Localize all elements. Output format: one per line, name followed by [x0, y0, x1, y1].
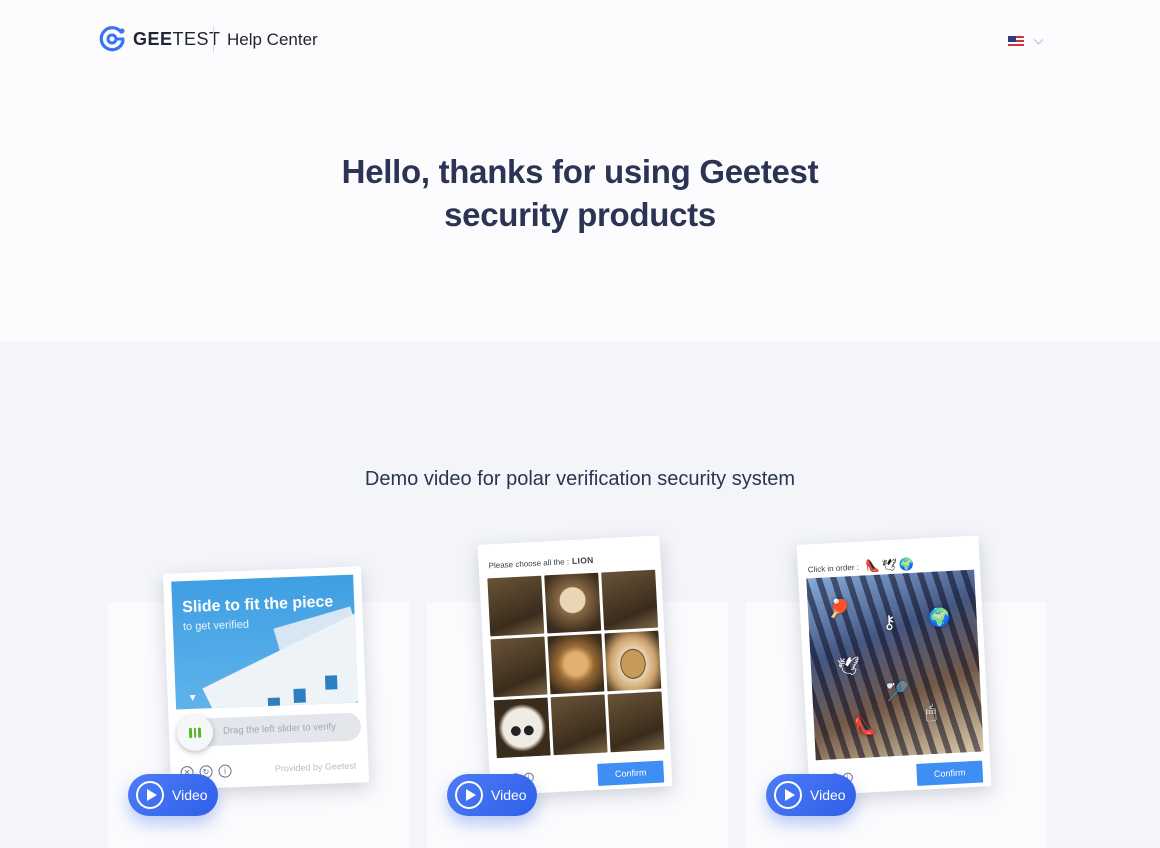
- slide-captcha-preview: Slide to fit the piece to get verified ▼…: [162, 566, 370, 790]
- chevron-down-icon: [1033, 34, 1044, 45]
- language-selector[interactable]: [1008, 34, 1044, 48]
- provided-by-label: Provided by Geetest: [274, 760, 357, 774]
- click-captcha-preview: Please choose all the :LION ✕ ↻ i Confir…: [477, 535, 673, 796]
- help-center-link[interactable]: Help Center: [227, 30, 318, 50]
- click-captcha-target: LION: [571, 554, 594, 567]
- video-button-label: Video: [172, 787, 208, 803]
- video-button-label: Video: [810, 787, 846, 803]
- shuttlecock-icon: 🏸: [885, 681, 910, 704]
- order-captcha-question-text: Click in order :: [807, 562, 860, 574]
- arrow-down-icon: ▼: [187, 692, 198, 705]
- slider-knob[interactable]: [176, 714, 214, 752]
- grip-icon: [189, 727, 201, 738]
- play-icon: [136, 781, 164, 809]
- confirm-button[interactable]: Confirm: [916, 760, 984, 786]
- page-title-line2: security products: [444, 196, 716, 233]
- video-button-slide[interactable]: Video: [128, 774, 218, 816]
- order-captcha-image[interactable]: 🏓 ⚷ 🌍 🕊 🏸 👠 🖱: [806, 569, 984, 761]
- grid-tile[interactable]: [487, 575, 545, 637]
- play-icon: [455, 781, 483, 809]
- header: GEETEST Help Center: [0, 0, 1160, 80]
- geetest-logo-icon: [99, 26, 125, 52]
- key-icon: ⚷: [882, 611, 897, 634]
- video-button-click[interactable]: Video: [447, 774, 537, 816]
- click-captcha-question: Please choose all the : LION: [488, 555, 593, 570]
- video-button-label: Video: [491, 787, 527, 803]
- grid-tile[interactable]: [607, 691, 665, 753]
- grid-tile[interactable]: [550, 694, 608, 756]
- image-grid: [487, 569, 665, 759]
- globe-icon: 🌍: [928, 606, 952, 630]
- grid-tile[interactable]: [601, 569, 659, 631]
- grid-tile[interactable]: [547, 633, 605, 695]
- order-target-icons: 👠🕊🌍: [864, 556, 917, 574]
- slide-captcha-subtitle: to get verified: [182, 618, 250, 634]
- geetest-logo[interactable]: GEETEST: [97, 24, 221, 54]
- play-icon: [774, 781, 802, 809]
- video-button-order[interactable]: Video: [766, 774, 856, 816]
- grid-tile[interactable]: [544, 572, 602, 634]
- brand-name: GEETEST: [133, 29, 221, 50]
- mouse-icon: 🖱: [924, 701, 937, 724]
- order-captcha-preview: Click in order :👠🕊🌍 🏓 ⚷ 🌍 🕊 🏸 👠 🖱 ✕ ↻ i …: [796, 535, 992, 796]
- grid-tile[interactable]: [490, 636, 548, 698]
- dove-icon: 🕊: [836, 655, 861, 678]
- page-title-line1: Hello, thanks for using Geetest: [341, 153, 819, 190]
- confirm-button[interactable]: Confirm: [597, 760, 665, 786]
- header-divider: [213, 26, 214, 53]
- click-captcha-question-text: Please choose all the :: [488, 557, 570, 571]
- slide-captcha-title: Slide to fit the piece: [181, 593, 334, 617]
- brand-name-bold: GEE: [133, 28, 173, 49]
- grid-tile[interactable]: [493, 697, 551, 759]
- info-icon[interactable]: i: [218, 764, 232, 778]
- slider-hint: Drag the left slider to verify: [222, 721, 337, 737]
- high-heel-icon: 👠: [853, 715, 878, 738]
- us-flag-icon: [1008, 36, 1024, 48]
- page-title: Hello, thanks for using Geetest security…: [0, 150, 1160, 236]
- grid-tile[interactable]: [604, 630, 662, 692]
- section-title: Demo video for polar verification securi…: [364, 468, 796, 490]
- racket-icon: 🏓: [827, 598, 851, 621]
- slider-track[interactable]: Drag the left slider to verify: [176, 712, 362, 752]
- slide-captcha-image: Slide to fit the piece to get verified ▼: [171, 574, 359, 710]
